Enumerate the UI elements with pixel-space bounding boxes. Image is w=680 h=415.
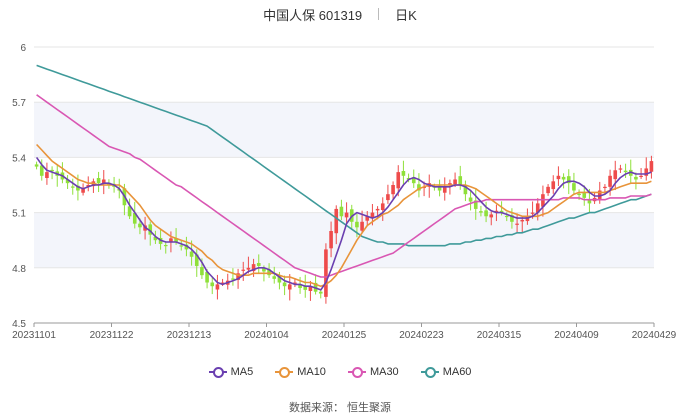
candle-body	[380, 203, 385, 211]
x-tick-label: 20240104	[244, 330, 289, 341]
legend-label-ma10: MA10	[297, 366, 326, 378]
candle-body	[396, 172, 401, 189]
y-tick-label: 5.1	[12, 209, 26, 220]
candle-body	[504, 215, 509, 218]
x-tick-label: 20231213	[167, 330, 212, 341]
candle-body	[287, 284, 292, 290]
candle-body	[391, 185, 395, 195]
candle-body	[613, 170, 618, 180]
candle-body	[355, 221, 359, 228]
candle-body	[215, 284, 220, 290]
ma30-swatch-icon	[347, 367, 366, 378]
candle-body	[318, 291, 323, 294]
candle-body	[649, 161, 654, 172]
legend-item-ma5[interactable]: MA5	[208, 366, 254, 378]
candle-body	[639, 175, 643, 177]
candle-body	[608, 175, 612, 187]
candle-body	[329, 231, 333, 249]
candle-body	[401, 171, 406, 176]
candle-body	[582, 193, 587, 198]
candlestick-chart: 6 5.7 5.4 5.1 4.8 4.520231101 20231122 20231213…	[12, 43, 677, 341]
candle-body	[453, 179, 457, 185]
y-tick-label: 6	[20, 43, 26, 54]
legend-label-ma30: MA30	[369, 366, 399, 378]
ma60-swatch-icon	[420, 367, 439, 378]
candle-body	[272, 276, 277, 279]
ma5-swatch-icon	[208, 367, 227, 378]
y-tick-label: 4.5	[12, 319, 26, 330]
candle-body	[324, 249, 328, 297]
candle-body	[344, 212, 349, 218]
candle-body	[282, 282, 287, 287]
candle-body	[479, 211, 483, 213]
candle-body	[577, 193, 581, 196]
candle-body	[634, 176, 638, 180]
candle-body	[386, 194, 390, 201]
candle-body	[468, 197, 473, 202]
legend-label-ma5: MA5	[230, 366, 254, 378]
x-tick-label: 20240409	[554, 330, 599, 341]
candle-body	[546, 186, 550, 194]
chart-legend: MA5 MA10 MA30 MA60	[0, 366, 680, 378]
x-tick-label: 20240223	[399, 330, 444, 341]
candle-body	[623, 170, 628, 173]
candle-body	[241, 269, 246, 271]
candle-body	[561, 176, 566, 180]
candle-body	[520, 219, 525, 222]
legend-item-ma10[interactable]: MA10	[275, 366, 326, 378]
candle-body	[179, 245, 184, 247]
candle-body	[45, 172, 49, 179]
x-tick-label: 20231122	[90, 330, 134, 341]
candle-body	[618, 168, 623, 170]
candle-body	[210, 282, 215, 287]
candle-body	[34, 164, 39, 167]
candle-body	[556, 175, 561, 180]
candle-body	[163, 244, 168, 247]
plot-band	[34, 102, 654, 158]
candle-body	[360, 221, 364, 231]
candle-body	[489, 214, 494, 218]
candle-body	[200, 267, 204, 276]
legend-item-ma60[interactable]: MA60	[420, 366, 472, 378]
candle-body	[96, 178, 101, 184]
candle-body	[442, 186, 447, 193]
candle-body	[587, 200, 592, 204]
candle-body	[572, 183, 576, 191]
candle-body	[138, 223, 142, 228]
candle-body	[375, 208, 380, 211]
legend-label-ma60: MA60	[442, 366, 472, 378]
candle-body	[246, 267, 251, 270]
x-tick-label: 20240429	[632, 330, 677, 341]
candle-body	[334, 208, 339, 234]
ma10-swatch-icon	[275, 367, 294, 378]
candle-body	[551, 181, 556, 190]
y-tick-label: 5.7	[12, 98, 26, 109]
x-tick-label: 20240125	[322, 330, 367, 341]
x-tick-label: 20231101	[12, 330, 56, 341]
candle-body	[458, 176, 463, 185]
candle-body	[189, 251, 194, 257]
legend-item-ma30[interactable]: MA30	[347, 366, 399, 378]
candle-body	[530, 212, 535, 214]
candle-body	[603, 186, 607, 189]
y-tick-label: 5.4	[12, 153, 26, 164]
candle-body	[256, 263, 261, 266]
candle-body	[484, 210, 488, 217]
x-tick-label: 20240315	[477, 330, 522, 341]
candle-body	[70, 186, 75, 188]
candle-body	[515, 223, 519, 225]
y-tick-label: 4.8	[12, 264, 26, 275]
candle-body	[339, 206, 344, 217]
